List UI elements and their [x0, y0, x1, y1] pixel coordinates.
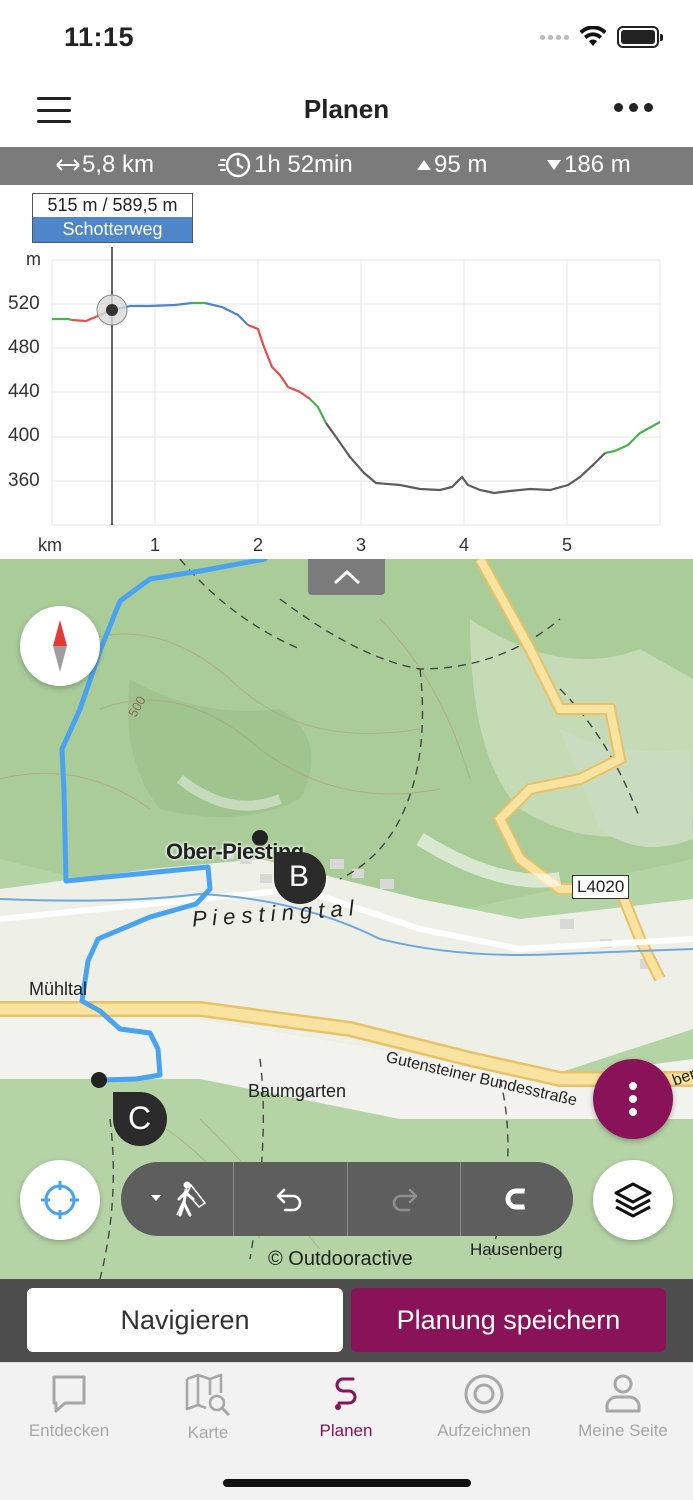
collapse-profile-button[interactable] [308, 559, 385, 595]
map-layers-button[interactable] [593, 1160, 673, 1240]
elevation-profile[interactable]: m 520 480 440 400 360 km 1 2 3 4 5 515 m… [0, 185, 693, 559]
status-time: 11:15 [64, 22, 135, 52]
nav-bar: Planen [0, 76, 693, 146]
waypoint-c-label: C [128, 1100, 152, 1136]
y-tick-520: 520 [8, 293, 40, 314]
stat-descent: 186 m [546, 151, 631, 179]
place-label-muehltal: Mühltal [29, 979, 88, 999]
distance-arrows-icon [56, 159, 80, 171]
snap-to-path-button[interactable] [461, 1162, 573, 1236]
route-s-icon [335, 1377, 357, 1410]
stat-descent-value: 186 m [564, 151, 631, 178]
page-title: Planen [303, 94, 390, 124]
stat-ascent: 95 m [416, 151, 487, 179]
place-label-baumgarten: Baumgarten [248, 1081, 347, 1101]
chevron-up-icon [333, 569, 360, 585]
waypoint-c-marker[interactable]: C [111, 1090, 169, 1148]
x-tick-3: 3 [356, 535, 367, 555]
ascent-triangle-icon [417, 160, 431, 170]
place-label-hausenberg: Hausenberg [470, 1240, 563, 1259]
route-stats-bar: 5,8 km 1h 52min 95 m 186 m [0, 147, 693, 185]
navigate-button[interactable]: Navigieren [27, 1288, 343, 1352]
tab-label: Aufzeichnen [437, 1421, 531, 1440]
save-plan-button[interactable]: Planung speichern [351, 1288, 666, 1352]
tooltip-surface-type: Schotterweg [33, 217, 192, 242]
x-tick-5: 5 [562, 535, 573, 555]
map-search-icon [185, 1373, 231, 1417]
x-tick-2: 2 [253, 535, 264, 555]
stat-duration: 1h 52min [216, 151, 353, 179]
road-label-l4020: L4020 [572, 875, 630, 899]
more-options-icon[interactable] [614, 103, 653, 112]
status-icons [540, 26, 663, 48]
y-axis-unit: m [26, 249, 41, 269]
person-icon [605, 1374, 641, 1413]
clock-history-icon [218, 152, 251, 178]
activity-type-selector[interactable] [121, 1162, 235, 1236]
battery-icon [617, 26, 663, 48]
tab-label: Planen [319, 1421, 373, 1440]
map-view[interactable]: Ober-Piesting P i e s t i n g t a l Mühl… [0, 559, 693, 1279]
undo-button[interactable] [234, 1162, 348, 1236]
status-bar: 11:15 [0, 0, 693, 76]
wifi-icon [579, 26, 607, 46]
stat-duration-value: 1h 52min [254, 151, 353, 178]
stat-distance-value: 5,8 km [82, 151, 155, 178]
descent-triangle-icon [547, 160, 561, 170]
tab-planen[interactable]: Planen [277, 1373, 415, 1441]
tab-aufzeichnen[interactable]: Aufzeichnen [415, 1373, 553, 1441]
y-tick-360: 360 [8, 470, 40, 491]
y-tick-480: 480 [8, 337, 40, 358]
stat-distance: 5,8 km [56, 151, 154, 179]
y-tick-440: 440 [8, 381, 40, 402]
compass-button[interactable] [20, 606, 100, 686]
crosshair-icon [41, 1181, 79, 1219]
hiker-dropdown-icon [151, 1181, 207, 1217]
record-icon [464, 1374, 504, 1414]
waypoint-b-label: B [289, 860, 310, 893]
stat-ascent-value: 95 m [434, 151, 488, 178]
bottom-tab-bar: Entdecken Karte Planen Aufzeichnen Meine… [0, 1362, 693, 1500]
tab-label: Karte [187, 1423, 229, 1442]
map-copyright: © Outdooractive [268, 1248, 413, 1270]
x-tick-4: 4 [459, 535, 470, 555]
waypoint-b-marker[interactable]: B [272, 850, 328, 906]
x-axis-unit: km [38, 535, 62, 555]
redo-button[interactable] [348, 1162, 461, 1236]
profile-tooltip: 515 m / 589,5 m Schotterweg [32, 193, 193, 243]
home-indicator [223, 1479, 471, 1487]
y-tick-400: 400 [8, 425, 40, 446]
signal-icon [540, 34, 569, 40]
chat-bubble-icon [52, 1375, 86, 1413]
layers-icon [614, 1182, 652, 1218]
undo-icon [277, 1188, 302, 1212]
compass-needle-icon [53, 620, 67, 672]
more-actions-button[interactable] [593, 1059, 673, 1139]
action-bar: Navigieren Planung speichern [0, 1279, 693, 1362]
tab-label: Meine Seite [578, 1421, 668, 1440]
magnet-icon [505, 1188, 526, 1210]
locate-me-button[interactable] [20, 1160, 100, 1240]
tooltip-elevation-distance: 515 m / 589,5 m [47, 195, 178, 215]
tab-meine-seite[interactable]: Meine Seite [554, 1373, 692, 1441]
x-tick-1: 1 [150, 535, 161, 555]
planning-toolbar [121, 1162, 573, 1236]
tab-label: Entdecken [28, 1421, 110, 1440]
tab-karte[interactable]: Karte [139, 1373, 277, 1443]
tab-entdecken[interactable]: Entdecken [0, 1373, 138, 1441]
redo-icon [392, 1188, 417, 1212]
